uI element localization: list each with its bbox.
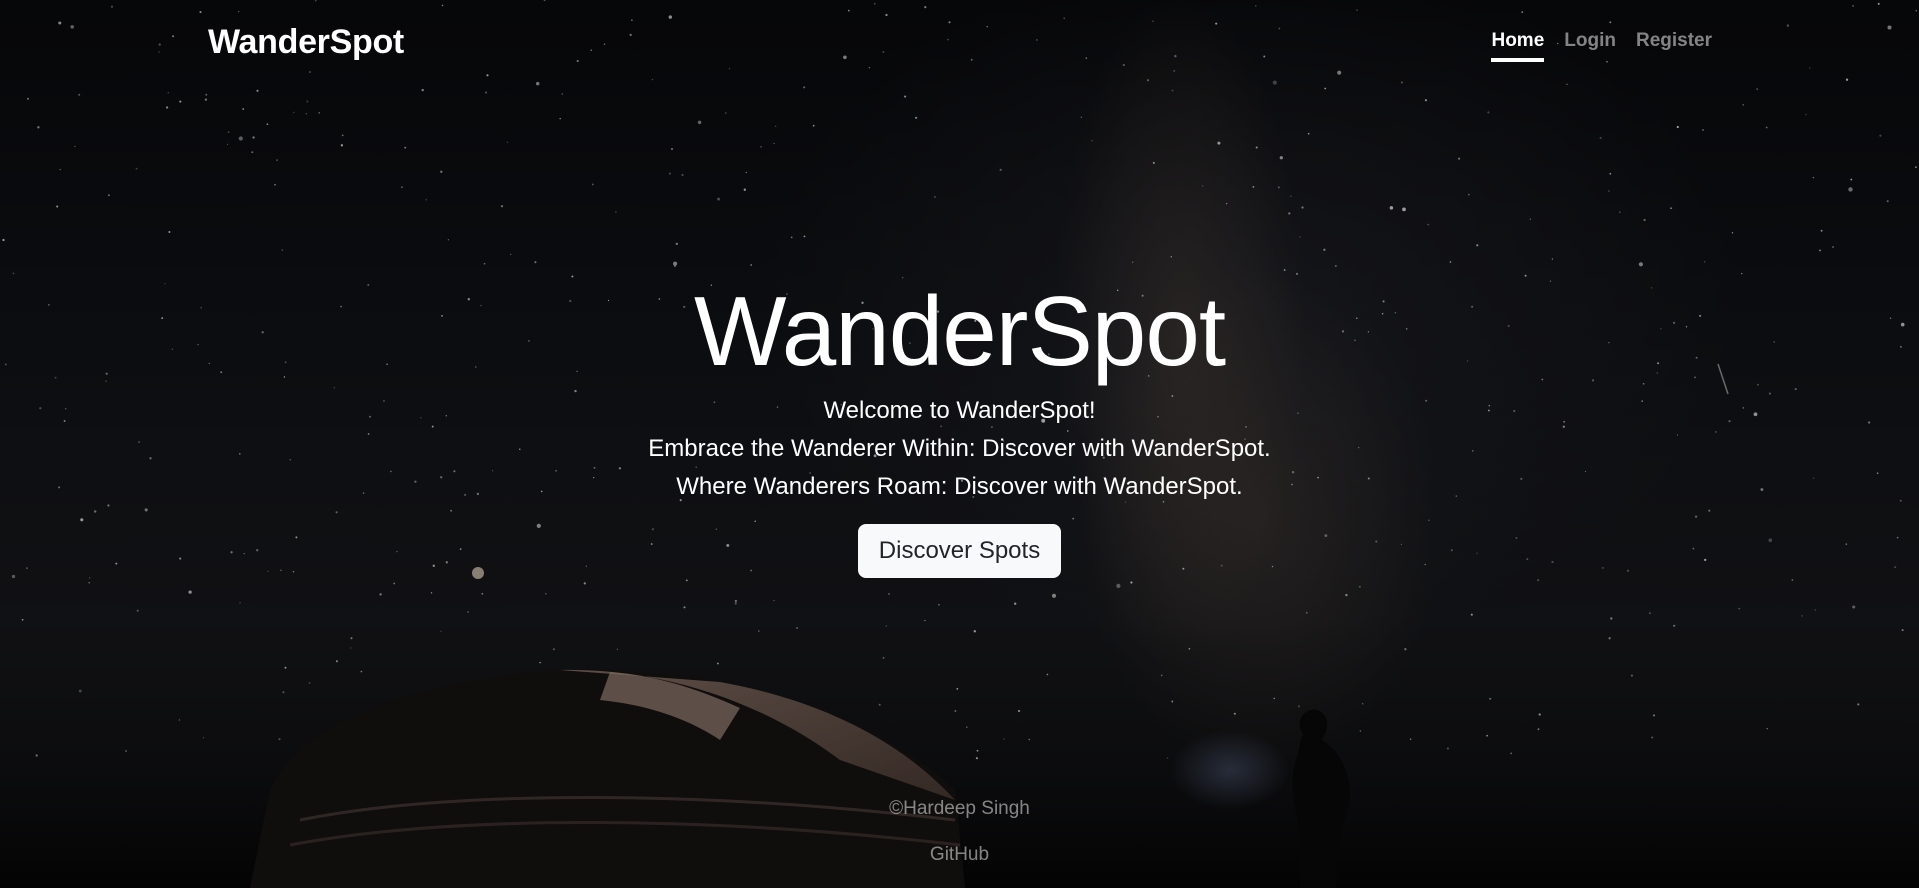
brand-logo[interactable]: WanderSpot xyxy=(208,23,404,62)
navbar: WanderSpot Home Login Register xyxy=(208,20,1712,70)
hero-section: WanderSpot Welcome to WanderSpot! Embrac… xyxy=(0,270,1919,578)
landing-page: WanderSpot Home Login Register WanderSpo… xyxy=(0,0,1919,888)
nav-link-login[interactable]: Login xyxy=(1564,30,1616,62)
hero-title: WanderSpot xyxy=(693,276,1226,386)
hero-welcome-text: Welcome to WanderSpot! xyxy=(823,397,1096,424)
discover-spots-button[interactable]: Discover Spots xyxy=(857,524,1062,578)
footer-copyright: ©Hardeep Singh xyxy=(889,798,1030,819)
hero-tagline-2: Where Wanderers Roam: Discover with Wand… xyxy=(676,473,1243,500)
footer-github-link[interactable]: GitHub xyxy=(930,844,989,866)
nav-link-home[interactable]: Home xyxy=(1491,30,1545,62)
hero-tagline-1: Embrace the Wanderer Within: Discover wi… xyxy=(648,435,1271,462)
footer: ©Hardeep Singh GitHub xyxy=(0,796,1919,866)
nav-links: Home Login Register xyxy=(1491,30,1712,62)
nav-link-register[interactable]: Register xyxy=(1636,30,1712,62)
